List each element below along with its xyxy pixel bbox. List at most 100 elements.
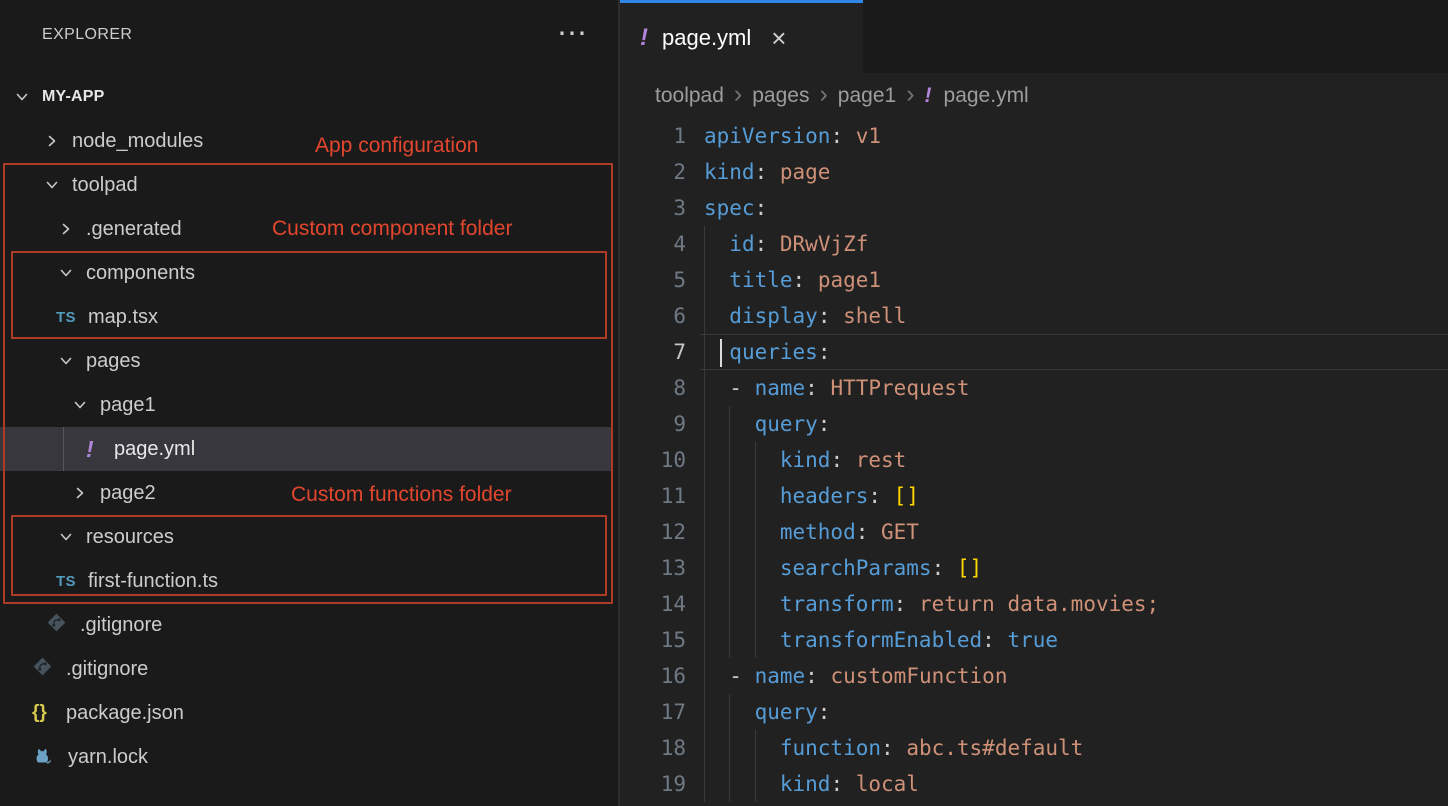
code-line-content[interactable]: function: abc.ts#default (700, 730, 1448, 766)
code-line[interactable]: 9 query: (620, 406, 1448, 442)
tree-item-package-json[interactable]: {}package.json (0, 691, 618, 735)
code-line-content[interactable]: method: GET (700, 514, 1448, 550)
tree-item-resources[interactable]: resources (0, 515, 618, 559)
code-line[interactable]: 4 id: DRwVjZf (620, 226, 1448, 262)
code-line-content[interactable]: display: shell (700, 298, 1448, 334)
code-line[interactable]: 3spec: (620, 190, 1448, 226)
yaml-warning-icon: ! (86, 436, 94, 463)
tab-page-yml[interactable]: ! page.yml × (620, 0, 863, 73)
code-line-content[interactable]: transformEnabled: true (700, 622, 1448, 658)
line-number[interactable]: 7 (620, 334, 700, 370)
code-line[interactable]: 13 searchParams: [] (620, 550, 1448, 586)
code-line[interactable]: 15 transformEnabled: true (620, 622, 1448, 658)
code-line[interactable]: 6 display: shell (620, 298, 1448, 334)
line-number[interactable]: 19 (620, 766, 700, 802)
code-line-content[interactable]: spec: (700, 190, 1448, 226)
tree-item-map-tsx[interactable]: TSmap.tsx (0, 295, 618, 339)
breadcrumb-item-toolpad[interactable]: toolpad (655, 84, 724, 108)
code-line-content[interactable]: kind: page (700, 154, 1448, 190)
breadcrumb-item-page1[interactable]: page1 (838, 84, 896, 108)
line-number[interactable]: 5 (620, 262, 700, 298)
line-number[interactable]: 13 (620, 550, 700, 586)
breadcrumb-item-file[interactable]: !page.yml (925, 84, 1029, 108)
line-number[interactable]: 4 (620, 226, 700, 262)
tree-item-page2[interactable]: page2 (0, 471, 618, 515)
line-number[interactable]: 18 (620, 730, 700, 766)
line-number[interactable]: 1 (620, 118, 700, 154)
code-line-content[interactable]: - name: HTTPrequest (700, 370, 1448, 406)
code-line-content[interactable]: searchParams: [] (700, 550, 1448, 586)
tree-item-my-app[interactable]: MY-APP (0, 75, 618, 119)
code-line-content[interactable]: apiVersion: v1 (700, 118, 1448, 154)
explorer-header: EXPLORER ⋯ (0, 0, 618, 75)
line-number[interactable]: 12 (620, 514, 700, 550)
code-line-content[interactable]: id: DRwVjZf (700, 226, 1448, 262)
code-line-content[interactable]: transform: return data.movies; (700, 586, 1448, 622)
line-number[interactable]: 14 (620, 586, 700, 622)
line-number[interactable]: 3 (620, 190, 700, 226)
code-line-content[interactable]: title: page1 (700, 262, 1448, 298)
tree-item-components[interactable]: components (0, 251, 618, 295)
line-number[interactable]: 10 (620, 442, 700, 478)
tree-item-gitignore-root[interactable]: .gitignore (0, 647, 618, 691)
code-line[interactable]: 17 query: (620, 694, 1448, 730)
code-line[interactable]: 8 - name: HTTPrequest (620, 370, 1448, 406)
tree-item-label: components (86, 262, 195, 285)
code-line-content[interactable]: headers: [] (700, 478, 1448, 514)
code-line[interactable]: 7 queries: (620, 334, 1448, 370)
tree-item-node-modules[interactable]: node_modules (0, 119, 618, 163)
line-number[interactable]: 6 (620, 298, 700, 334)
tree-item-yarn-lock[interactable]: yarn.lock (0, 735, 618, 779)
code-line[interactable]: 14 transform: return data.movies; (620, 586, 1448, 622)
indent-guide (729, 586, 730, 622)
code-line[interactable]: 2kind: page (620, 154, 1448, 190)
tree-indent-guide (63, 427, 64, 471)
code-line[interactable]: 10 kind: rest (620, 442, 1448, 478)
indent-guide (704, 406, 705, 442)
code-line-content[interactable]: query: (700, 694, 1448, 730)
indent-guide (729, 550, 730, 586)
code-line[interactable]: 11 headers: [] (620, 478, 1448, 514)
code-line[interactable]: 5 title: page1 (620, 262, 1448, 298)
code-line[interactable]: 1apiVersion: v1 (620, 118, 1448, 154)
line-number[interactable]: 9 (620, 406, 700, 442)
indent-guide (704, 766, 705, 802)
tree-item-label: yarn.lock (68, 746, 148, 769)
tree-item-gitignore-toolpad[interactable]: .gitignore (0, 603, 618, 647)
tree-item-first-function-ts[interactable]: TSfirst-function.ts (0, 559, 618, 603)
tree-item-toolpad[interactable]: toolpad (0, 163, 618, 207)
tree-item-pages[interactable]: pages (0, 339, 618, 383)
code-line[interactable]: 12 method: GET (620, 514, 1448, 550)
tree-item-label: .gitignore (66, 658, 148, 681)
code-line[interactable]: 16 - name: customFunction (620, 658, 1448, 694)
tree-item-generated[interactable]: .generated (0, 207, 618, 251)
indent-guide (729, 478, 730, 514)
line-number[interactable]: 15 (620, 622, 700, 658)
chevron-down-icon (44, 177, 60, 193)
line-number[interactable]: 2 (620, 154, 700, 190)
line-number[interactable]: 17 (620, 694, 700, 730)
line-number[interactable]: 11 (620, 478, 700, 514)
code-line[interactable]: 19 kind: local (620, 766, 1448, 802)
tree-item-page1[interactable]: page1 (0, 383, 618, 427)
code-line-content[interactable]: queries: (700, 334, 1448, 370)
tree-item-label: resources (86, 526, 174, 549)
code-editor[interactable]: 1apiVersion: v12kind: page3spec:4 id: DR… (620, 118, 1448, 802)
code-line-content[interactable]: kind: local (700, 766, 1448, 802)
indent-guide (755, 550, 756, 586)
breadcrumb: toolpad›pages›page1›!page.yml (620, 73, 1448, 118)
indent-guide (729, 766, 730, 802)
code-line-content[interactable]: kind: rest (700, 442, 1448, 478)
line-number[interactable]: 8 (620, 370, 700, 406)
indent-guide (704, 694, 705, 730)
code-line[interactable]: 18 function: abc.ts#default (620, 730, 1448, 766)
close-tab-icon[interactable]: × (771, 28, 786, 48)
line-number[interactable]: 16 (620, 658, 700, 694)
code-line-content[interactable]: - name: customFunction (700, 658, 1448, 694)
tree-item-page-yml[interactable]: !page.yml (0, 427, 618, 471)
breadcrumb-item-pages[interactable]: pages (752, 84, 809, 108)
code-line-content[interactable]: query: (700, 406, 1448, 442)
more-actions-icon[interactable]: ⋯ (557, 26, 588, 42)
indent-guide (729, 406, 730, 442)
tree-item-label: .gitignore (80, 614, 162, 637)
